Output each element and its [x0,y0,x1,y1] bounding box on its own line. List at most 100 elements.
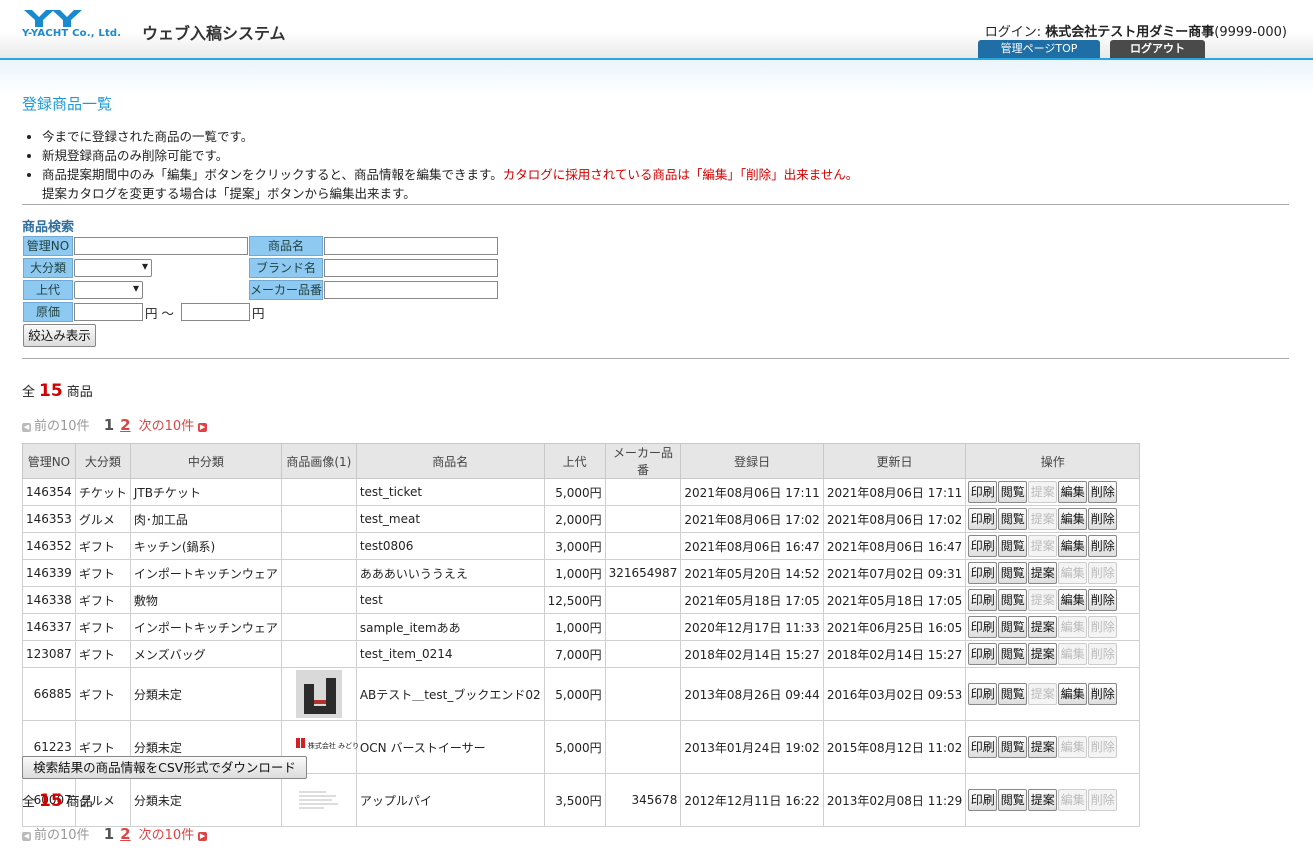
delete-button[interactable]: 削除 [1088,481,1118,503]
cell-price: 3,500円 [543,773,606,827]
propose-button: 提案 [1028,589,1058,611]
cell-image [280,613,357,641]
view-button[interactable]: 閲覧 [998,562,1028,584]
label-maker: メーカー品番 [249,280,323,300]
view-button[interactable]: 閲覧 [998,789,1028,811]
retail-select[interactable] [74,281,143,299]
cell-created: 2021年08月06日 16:47 [680,532,824,560]
next-arrow-icon[interactable]: ▶ [198,423,208,432]
cell-name: あああいいううええ [355,559,545,587]
admin-top-button[interactable]: 管理ページTOP [978,40,1100,58]
view-button[interactable]: 閲覧 [998,616,1028,638]
edit-button[interactable]: 編集 [1058,589,1088,611]
total-prefix: 全 [22,385,36,400]
view-button[interactable]: 閲覧 [998,481,1028,503]
cell-updated: 2021年08月06日 16:47 [822,532,967,560]
propose-button[interactable]: 提案 [1028,643,1058,665]
table-row: 146338 ギフト 敷物 test 12,500円 2021年05月18日 17:05 2… [22,586,1141,614]
print-button[interactable]: 印刷 [968,562,998,584]
print-button[interactable]: 印刷 [968,616,998,638]
edit-button[interactable]: 編集 [1058,683,1088,705]
print-button[interactable]: 印刷 [968,643,998,665]
cost-to-input[interactable] [181,303,250,321]
category-select[interactable] [74,259,152,277]
edit-button[interactable]: 編集 [1058,535,1088,557]
view-button[interactable]: 閲覧 [998,535,1028,557]
csv-download-button[interactable]: 検索結果の商品情報をCSV形式でダウンロード [22,756,307,779]
view-button[interactable]: 閲覧 [998,643,1028,665]
next-link[interactable]: 次の10件 [139,419,195,434]
cell-created: 2021年08月06日 17:11 [680,478,824,506]
propose-button[interactable]: 提案 [1028,736,1058,758]
cell-ops: 印刷 閲覧 提案 編集 削除 [965,720,1141,774]
cell-created: 2018年02月14日 15:27 [680,640,824,668]
cell-created: 2012年12月11日 16:22 [680,773,824,827]
col-subcategory: 中分類 [129,443,282,479]
cell-category: ギフト [74,667,131,721]
print-button[interactable]: 印刷 [968,683,998,705]
print-button[interactable]: 印刷 [968,789,998,811]
next-arrow-icon[interactable]: ▶ [198,832,208,841]
col-created: 登録日 [680,443,824,479]
filter-button[interactable]: 絞込み表示 [23,324,96,347]
print-button[interactable]: 印刷 [968,481,998,503]
cost-from-input[interactable] [74,303,143,321]
cell-subcategory: 肉･加工品 [129,505,282,533]
delete-button[interactable]: 削除 [1088,535,1118,557]
login-prefix: ログイン: [984,25,1042,40]
maker-input[interactable] [324,281,498,299]
edit-button[interactable]: 編集 [1058,508,1088,530]
name-input[interactable] [324,237,498,255]
cell-created: 2013年01月24日 19:02 [680,720,824,774]
cell-no: 146338 [22,586,76,614]
divider [22,204,1289,205]
company-logo[interactable]: Y-YACHT Co., Ltd. [22,8,128,40]
cell-category: ギフト [74,532,131,560]
edit-button: 編集 [1058,736,1088,758]
propose-button[interactable]: 提案 [1028,562,1058,584]
table-row: 146337 ギフト インポートキッチンウェア sample_itemああ 1,000円… [22,613,1141,641]
view-button[interactable]: 閲覧 [998,683,1028,705]
page-2-link[interactable]: 2 [120,416,130,434]
delete-button[interactable]: 削除 [1088,589,1118,611]
view-button[interactable]: 閲覧 [998,589,1028,611]
logout-button[interactable]: ログアウト [1110,40,1205,58]
propose-button[interactable]: 提案 [1028,616,1058,638]
cell-category: ギフト [74,613,131,641]
print-button[interactable]: 印刷 [968,589,998,611]
page-2-link[interactable]: 2 [120,825,130,843]
delete-button: 削除 [1088,789,1118,811]
edit-button[interactable]: 編集 [1058,481,1088,503]
cell-updated: 2021年08月06日 17:11 [822,478,967,506]
table-row: 146353 グルメ 肉･加工品 test_meat 2,000円 2021年08月06日… [22,505,1141,533]
yen-label: 円 〜 [145,303,174,322]
brand-input[interactable] [324,259,498,277]
product-thumbnail[interactable]: 株式会社 みどり [295,737,359,757]
total-count: 全 15 商品 [22,381,93,401]
prev-arrow-icon: ◀ [22,423,31,432]
no-input[interactable] [74,237,248,255]
col-maker: メーカー品番 [604,443,682,479]
delete-button[interactable]: 削除 [1088,683,1118,705]
view-button[interactable]: 閲覧 [998,736,1028,758]
table-header-row: 管理NO 大分類 中分類 商品画像(1) 商品名 上代 メーカー品番 登録日 更… [22,443,1141,479]
table-row: 146339 ギフト インポートキッチンウェア あああいいううええ 1,000円 3216… [22,559,1141,587]
print-button[interactable]: 印刷 [968,535,998,557]
company-name: 株式会社テスト用ダミー商事 [1045,25,1215,40]
cell-name: アップルパイ [355,773,545,827]
cell-image [280,640,357,668]
propose-button[interactable]: 提案 [1028,789,1058,811]
print-button[interactable]: 印刷 [968,736,998,758]
product-thumbnail[interactable] [295,789,342,811]
product-thumbnail[interactable] [295,670,342,718]
cell-updated: 2021年08月06日 17:02 [822,505,967,533]
delete-button: 削除 [1088,616,1118,638]
col-image: 商品画像(1) [280,443,357,479]
delete-button[interactable]: 削除 [1088,508,1118,530]
yen-label-2: 円 [252,306,265,321]
view-button[interactable]: 閲覧 [998,508,1028,530]
print-button[interactable]: 印刷 [968,508,998,530]
table-row: 66885 ギフト 分類未定 ABテスト＿test_ブックエンド02 5,000円 201… [22,667,1141,721]
next-link[interactable]: 次の10件 [139,828,195,843]
header-band [0,60,1313,96]
